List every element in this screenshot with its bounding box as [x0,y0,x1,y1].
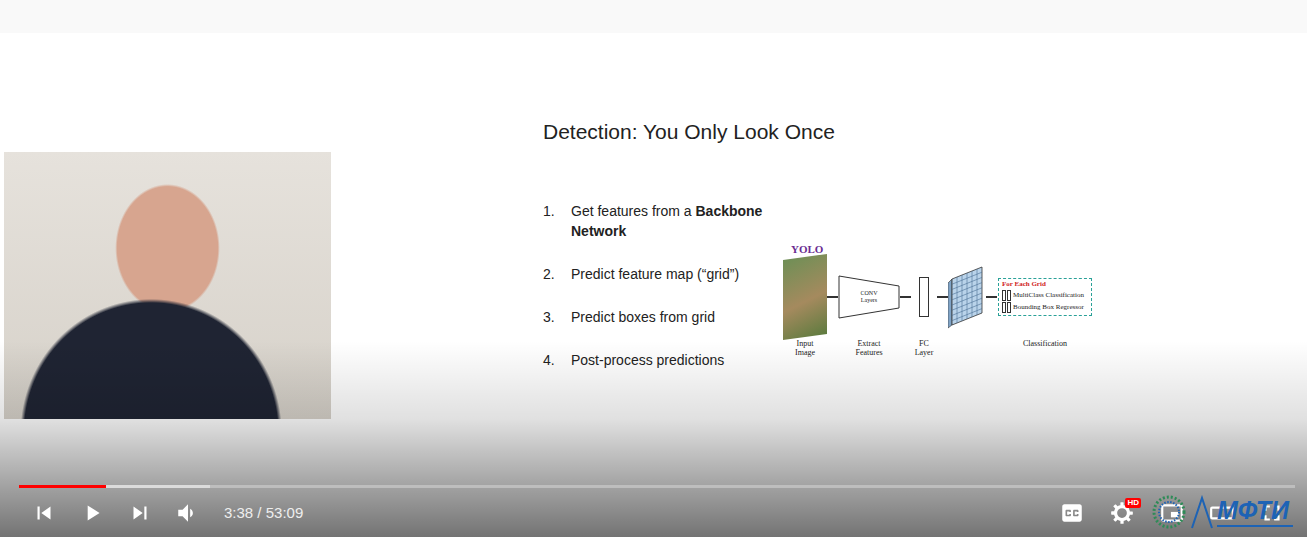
miniplayer-icon [1159,500,1185,526]
output-bar [1002,302,1006,313]
output-bar [1007,302,1011,313]
control-shade [0,341,1307,537]
peak-icon [1191,495,1213,529]
webcam-picture [4,152,331,419]
step-text: Predict feature map (“grid”) [571,264,783,284]
grid-stage [948,256,986,338]
conv-stage-shape: CONV Layers [838,256,900,338]
next-button[interactable] [116,493,164,533]
fc-stage-caption: FC Layer [911,340,937,358]
step-item: 1.Get features from a Backbone Network [543,201,783,241]
output-row: MultiClass Classification [1002,290,1088,301]
step-item: 4.Post-process predictions [543,350,783,370]
output-stage-shape: For Each Grid MultiClass Classification Bo… [998,256,1092,338]
previous-button[interactable] [20,493,68,533]
diagram-label: YOLO [791,243,1093,256]
input-stage-shape [783,256,827,338]
slide-title: Detection: You Only Look Once [543,119,1183,145]
theater-button[interactable] [1197,493,1247,533]
output-row-text: Bounding Box Regressor [1013,304,1084,311]
connector-line [900,296,911,298]
subtitles-button[interactable] [1047,493,1097,533]
next-icon [127,500,153,526]
connector-shape [900,256,911,338]
step-text: Predict boxes from grid [571,307,783,327]
volume-button[interactable] [164,493,212,533]
time-display: 3:38 / 53:09 [224,502,303,525]
output-row-icon [1002,302,1011,313]
play-icon [79,500,105,526]
step-number: 2. [543,264,571,284]
connector-shape [986,256,997,338]
channel-watermark: МФТИ [1151,494,1293,530]
step-text: Post-process predictions [571,350,783,370]
output-bar [1007,290,1011,301]
progress-bar[interactable] [19,485,1295,488]
quality-badge: HD [1125,498,1141,508]
input-stage-caption: Input Image [787,340,823,358]
fullscreen-button[interactable] [1247,493,1297,533]
diagram-row: Input Image CONV Layers Extract Features FC… [783,256,1093,358]
output-stage: For Each Grid MultiClass Classification Bo… [997,256,1093,349]
theater-icon [1209,500,1235,526]
connector-line [827,296,838,298]
conv-stage: CONV Layers Extract Features [838,256,900,358]
output-stage-caption: Classification [997,340,1093,349]
step-text: Get features from a Backbone Network [571,201,783,241]
previous-icon [31,500,57,526]
fullscreen-icon [1259,500,1285,526]
conv-label: CONV Layers [852,290,886,303]
fc-layer-box [919,277,929,317]
speaker-icon [175,500,201,526]
connector [986,256,997,338]
connector [900,256,911,338]
step-number: 3. [543,307,571,327]
play-button[interactable] [68,493,116,533]
output-row: Bounding Box Regressor [1002,302,1088,313]
input-stage: Input Image [783,256,827,358]
right-controls: HD [1047,493,1297,533]
slide: Detection: You Only Look Once 1.Get featu… [543,33,1183,393]
grid-icon [948,265,986,329]
connector-shape [827,256,838,338]
step-item: 2.Predict feature map (“grid”) [543,264,783,284]
connector-line [937,296,948,298]
output-row-icon [1002,290,1011,301]
steps-list: 1.Get features from a Backbone Network 2.… [543,201,783,393]
step-number: 1. [543,201,571,241]
conv-stage-caption: Extract Features [847,340,891,358]
seal-icon [1151,494,1187,530]
input-image-picture [783,254,827,340]
video-player[interactable]: Detection: You Only Look Once 1.Get featu… [0,33,1307,537]
step-number: 4. [543,350,571,370]
output-row-text: MultiClass Classification [1013,292,1084,299]
video-frame: Detection: You Only Look Once 1.Get featu… [0,33,1307,419]
miniplayer-button[interactable] [1147,493,1197,533]
step-item: 3.Predict boxes from grid [543,307,783,327]
connector-line [986,296,997,298]
control-bar: 3:38 / 53:09 HD [0,489,1307,537]
conv-block: CONV Layers [838,275,900,319]
step-plain-text: Get features from a [571,203,696,219]
yolo-diagram: YOLO Input Image CONV Layers Extract Featur… [783,243,1093,358]
page-header-strip [0,0,1307,33]
connector-shape [937,256,948,338]
step-plain-text: Predict boxes from grid [571,309,715,325]
subtitles-icon [1059,500,1085,526]
progress-played [19,485,106,488]
output-header: For Each Grid [1002,281,1088,289]
connector [937,256,948,338]
slide-body: 1.Get features from a Backbone Network 2.… [543,201,1183,393]
step-plain-text: Post-process predictions [571,352,724,368]
connector [827,256,838,338]
grid-stage-shape [948,256,986,338]
output-bar [1002,290,1006,301]
fc-stage-shape [919,256,929,338]
fc-stage: FC Layer [911,256,937,358]
settings-button[interactable]: HD [1097,493,1147,533]
step-plain-text: Predict feature map (“grid”) [571,266,739,282]
watermark-text: МФТИ [1217,498,1293,527]
output-box: For Each Grid MultiClass Classification Bo… [998,278,1092,316]
